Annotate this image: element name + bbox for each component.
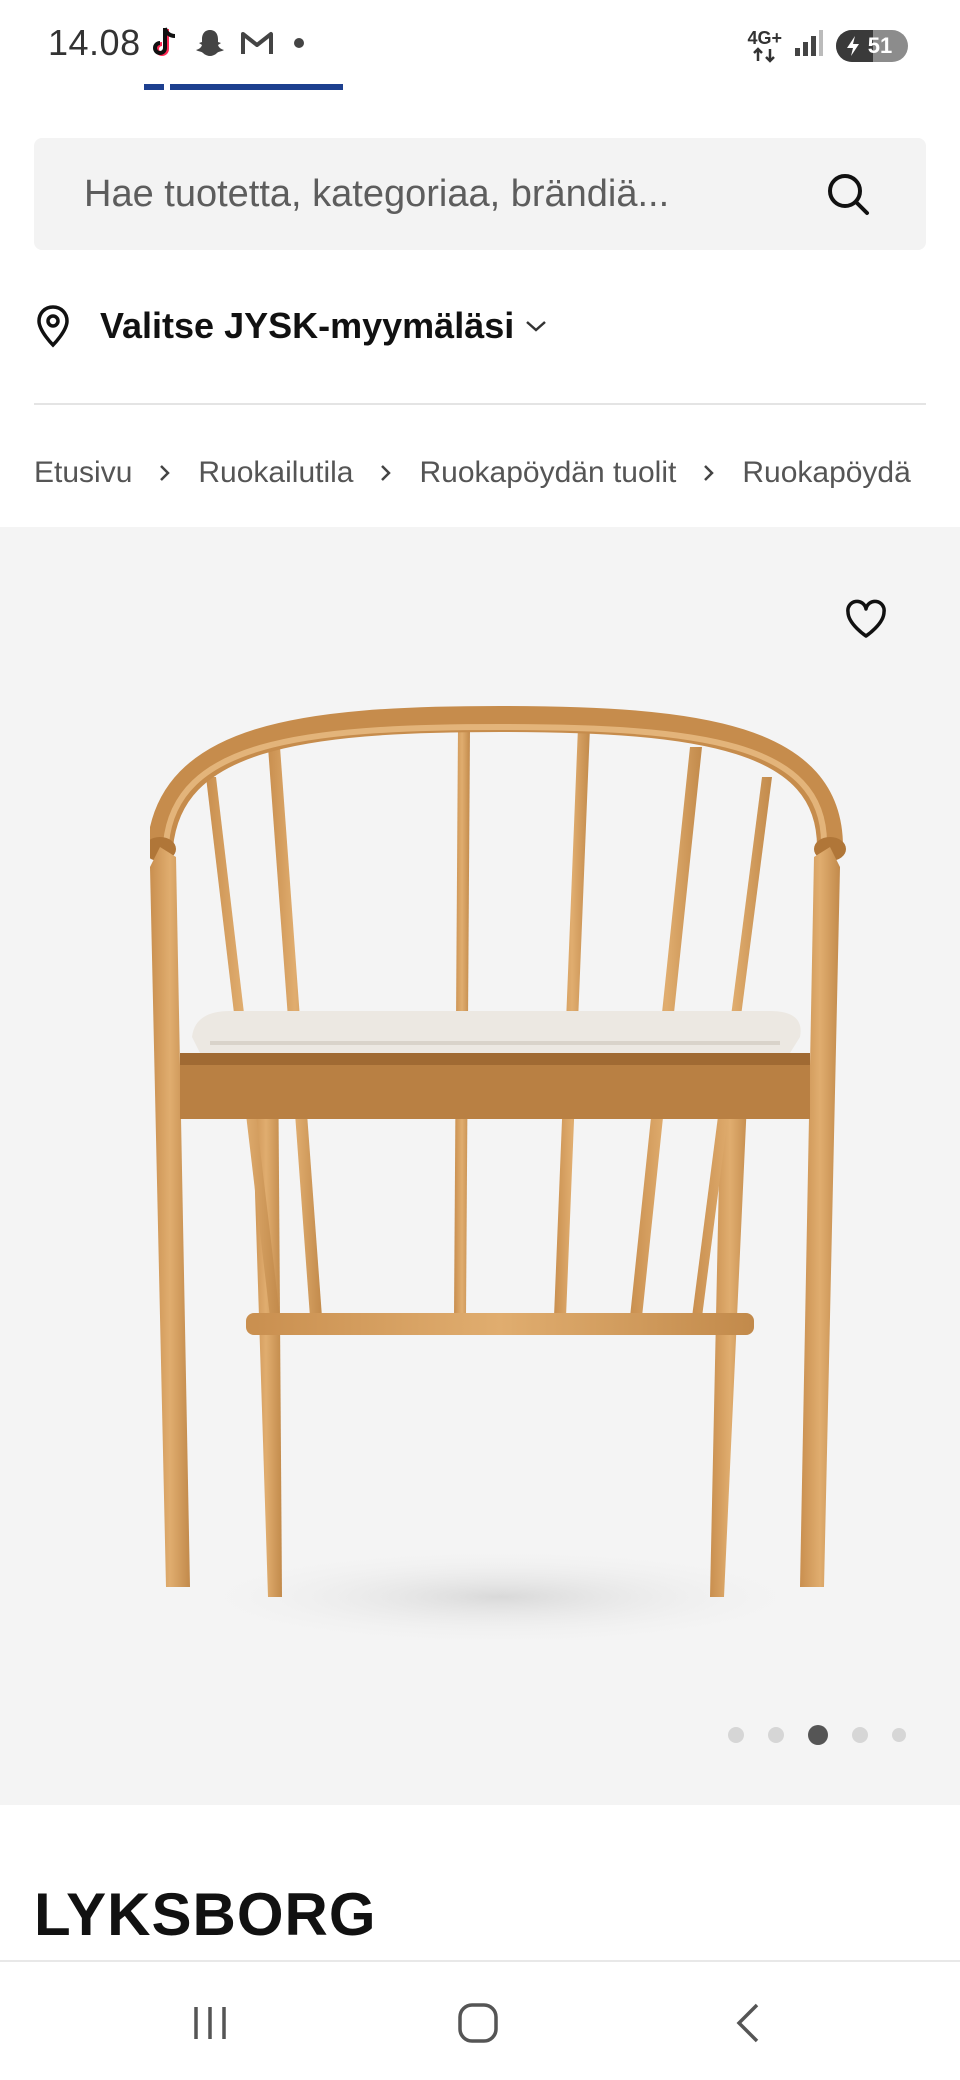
favorite-button[interactable] [844, 599, 888, 639]
chevron-down-icon [524, 318, 548, 334]
breadcrumb-item-dining-chairs[interactable]: Ruokapöydän tuolit [419, 456, 676, 490]
product-image-gallery[interactable] [0, 527, 960, 1805]
breadcrumb-item-current[interactable]: Ruokapöydä [742, 456, 910, 490]
signal-icon [794, 28, 824, 63]
heart-icon [846, 599, 886, 638]
gallery-dot[interactable] [728, 1727, 744, 1743]
breadcrumb-item-dining[interactable]: Ruokailutila [198, 456, 353, 490]
tab-indicator [144, 84, 164, 90]
gallery-dot[interactable] [852, 1727, 868, 1743]
search-icon [828, 174, 869, 215]
breadcrumb-item-home[interactable]: Etusivu [34, 456, 132, 490]
search-button[interactable] [822, 168, 874, 220]
gallery-dot[interactable] [768, 1727, 784, 1743]
chevron-right-icon [158, 462, 172, 484]
more-notifications-dot [294, 38, 304, 48]
gallery-pagination [728, 1725, 906, 1745]
location-pin-icon [37, 305, 69, 348]
snapchat-icon [194, 27, 226, 59]
chevron-right-icon [702, 462, 716, 484]
home-button[interactable] [448, 2000, 508, 2046]
battery-indicator: 51 [836, 29, 908, 62]
system-navigation-bar [0, 1960, 960, 2080]
network-type: 4G+ [747, 27, 782, 48]
search-input[interactable] [84, 138, 804, 250]
search-bar[interactable] [34, 138, 926, 250]
recent-apps-button[interactable] [180, 2000, 240, 2046]
system-icons: 4G+ 51 [747, 28, 908, 63]
product-image [150, 705, 846, 1647]
store-selector[interactable]: Valitse JYSK-myymäläsi [34, 296, 548, 356]
recent-apps-icon [194, 2007, 226, 2039]
tab-indicator-long [170, 84, 343, 90]
notification-icons [150, 26, 304, 60]
gmail-icon [240, 29, 274, 57]
mobile-data-icon: 4G+ [747, 29, 782, 63]
chevron-right-icon [379, 462, 393, 484]
product-title: LYKSBORG [34, 1881, 377, 1948]
divider [34, 403, 926, 405]
gallery-dot[interactable] [892, 1728, 906, 1742]
battery-percent: 51 [867, 32, 893, 58]
store-selector-label: Valitse JYSK-myymäläsi [100, 305, 515, 346]
back-button[interactable] [718, 2000, 778, 2046]
status-time: 14.08 [48, 22, 141, 63]
back-icon [736, 2003, 759, 2043]
tiktok-icon [150, 26, 180, 60]
home-icon [458, 2003, 498, 2043]
status-bar: 14.08 4G+ 51 [0, 0, 960, 96]
gallery-dot-active[interactable] [808, 1725, 828, 1745]
breadcrumb: Etusivu Ruokailutila Ruokapöydän tuolit … [34, 448, 926, 498]
